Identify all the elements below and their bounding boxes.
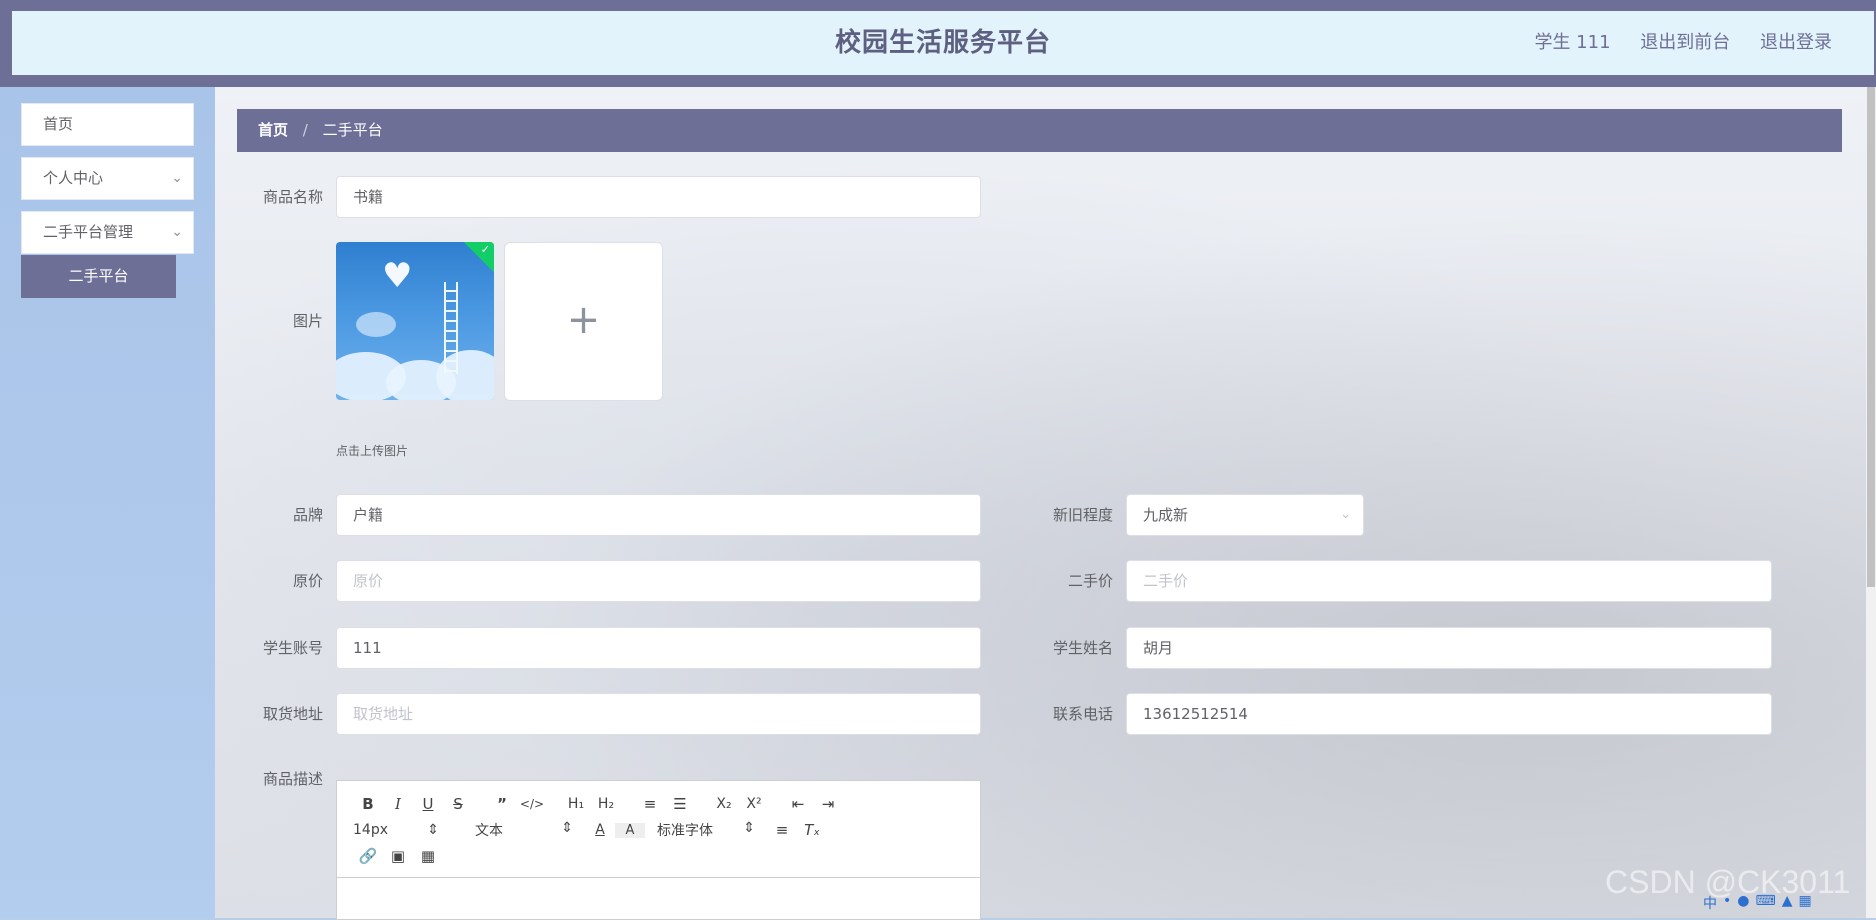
ladder-graphic <box>444 282 458 374</box>
block-type-select[interactable]: 文本 ⇕ <box>475 820 585 840</box>
logout-link[interactable]: 退出登录 <box>1760 32 1832 53</box>
bold-icon[interactable]: B <box>353 795 383 813</box>
account-label: 学生账号 <box>262 639 323 657</box>
orig-price-input[interactable]: 原价 <box>336 560 981 602</box>
scrollbar-thumb[interactable] <box>1867 87 1875 587</box>
second-price-input[interactable]: 二手价 <box>1126 560 1772 602</box>
superscript-icon[interactable]: X² <box>739 796 769 812</box>
chevron-down-icon: ⌄ <box>171 224 183 240</box>
background-color-icon[interactable]: A <box>615 822 645 838</box>
orig-price-label: 原价 <box>292 572 323 590</box>
skin-icon: ▲ <box>1781 893 1793 909</box>
h2-icon[interactable]: H₂ <box>591 796 621 812</box>
link-icon[interactable]: 🔗 <box>353 847 383 865</box>
sidebar-item-secondhand-mgmt[interactable]: 二手平台管理 ⌄ <box>21 211 194 254</box>
breadcrumb-separator: / <box>302 121 308 139</box>
ordered-list-icon[interactable]: ≡ <box>635 795 665 813</box>
breadcrumb-home[interactable]: 首页 <box>258 121 288 139</box>
indent-icon[interactable]: ⇥ <box>813 795 843 813</box>
upload-button[interactable]: + <box>504 242 663 401</box>
sidebar-item-personal[interactable]: 个人中心 ⌄ <box>21 157 194 200</box>
heart-graphic: ♥ <box>382 256 413 296</box>
second-price-label: 二手价 <box>1067 572 1113 590</box>
keyboard-icon: ⌨ <box>1755 893 1776 909</box>
code-icon[interactable]: </> <box>517 797 547 811</box>
font-family-value: 标准字体 <box>657 823 713 839</box>
updown-icon: ⇕ <box>743 820 755 836</box>
chevron-down-icon: ⌄ <box>1340 507 1351 522</box>
sidebar-item-label: 首页 <box>43 115 74 133</box>
sidebar-item-home[interactable]: 首页 <box>21 103 194 146</box>
back-to-front-link[interactable]: 退出到前台 <box>1640 32 1730 53</box>
strike-icon[interactable]: S <box>443 795 473 813</box>
name-input[interactable]: 书籍 <box>336 176 981 218</box>
subscript-icon[interactable]: X₂ <box>709 796 739 812</box>
phone-input[interactable]: 13612512514 <box>1126 693 1772 735</box>
scrollbar[interactable] <box>1866 87 1876 918</box>
breadcrumb-current: 二手平台 <box>322 121 383 139</box>
sidebar-item-label: 二手平台管理 <box>43 223 134 241</box>
font-color-icon[interactable]: A <box>585 822 615 838</box>
top-bar: 校园生活服务平台 学生 111 退出到前台 退出登录 <box>0 0 1876 87</box>
rich-text-editor[interactable]: B I U S ” </> H₁ H₂ ≡ ☰ X₂ X² ⇤ ⇥ 14px ⇕… <box>336 780 981 920</box>
header-links: 学生 111 退出到前台 退出登录 <box>1510 11 1832 75</box>
editor-toolbar: B I U S ” </> H₁ H₂ ≡ ☰ X₂ X² ⇤ ⇥ 14px ⇕… <box>337 781 980 878</box>
condition-value: 九成新 <box>1143 506 1189 524</box>
condition-select[interactable]: 九成新 ⌄ <box>1126 494 1364 536</box>
font-family-select[interactable]: 标准字体 ⇕ <box>657 820 767 840</box>
student-name-label: 学生姓名 <box>1052 639 1113 657</box>
font-size-select[interactable]: 14px ⇕ <box>353 822 451 838</box>
upload-tip: 点击上传图片 <box>336 444 409 458</box>
image-label: 图片 <box>292 312 323 330</box>
breadcrumb: 首页 / 二手平台 <box>237 109 1842 152</box>
outdent-icon[interactable]: ⇤ <box>783 795 813 813</box>
clear-format-icon[interactable]: Tₓ <box>797 821 827 839</box>
h1-icon[interactable]: H₁ <box>561 796 591 812</box>
brand-label: 品牌 <box>292 506 323 524</box>
font-size-value: 14px <box>353 822 388 838</box>
plus-icon: + <box>566 297 601 343</box>
quote-icon[interactable]: ” <box>487 795 517 813</box>
sidebar-item-label: 个人中心 <box>43 169 104 187</box>
punctuation-icon: • <box>1723 893 1732 909</box>
grid-icon: ▦ <box>1798 893 1812 909</box>
student-name-input[interactable]: 胡月 <box>1126 627 1772 669</box>
bullet-list-icon[interactable]: ☰ <box>665 795 695 813</box>
account-input[interactable]: 111 <box>336 627 981 669</box>
italic-icon[interactable]: I <box>383 795 413 813</box>
chevron-down-icon: ⌄ <box>171 170 183 186</box>
ime-icon: 中 <box>1703 896 1717 912</box>
current-user: 学生 111 <box>1534 32 1611 53</box>
description-label: 商品描述 <box>262 770 323 788</box>
sidebar: 首页 个人中心 ⌄ 二手平台管理 ⌄ 二手平台 <box>0 87 215 918</box>
address-label: 取货地址 <box>262 705 323 723</box>
check-icon: ✓ <box>480 243 490 256</box>
header: 校园生活服务平台 学生 111 退出到前台 退出登录 <box>12 11 1874 75</box>
block-type-value: 文本 <box>475 823 503 839</box>
address-input[interactable]: 取货地址 <box>336 693 981 735</box>
phone-label: 联系电话 <box>1052 705 1113 723</box>
ime-tray: 中 • ● ⌨ ▲ ▦ <box>1703 893 1812 913</box>
mic-icon: ● <box>1737 893 1750 909</box>
uploaded-image[interactable]: ♥ ✓ <box>336 242 494 400</box>
sidebar-item-secondhand[interactable]: 二手平台 <box>21 255 176 298</box>
condition-label: 新旧程度 <box>1052 506 1113 524</box>
image-icon[interactable]: ▣ <box>383 847 413 865</box>
align-icon[interactable]: ≡ <box>767 821 797 839</box>
updown-icon: ⇕ <box>561 820 573 836</box>
name-label: 商品名称 <box>262 188 323 206</box>
updown-icon: ⇕ <box>427 822 439 838</box>
brand-input[interactable]: 户籍 <box>336 494 981 536</box>
underline-icon[interactable]: U <box>413 795 443 813</box>
video-icon[interactable]: ▦ <box>413 847 443 865</box>
